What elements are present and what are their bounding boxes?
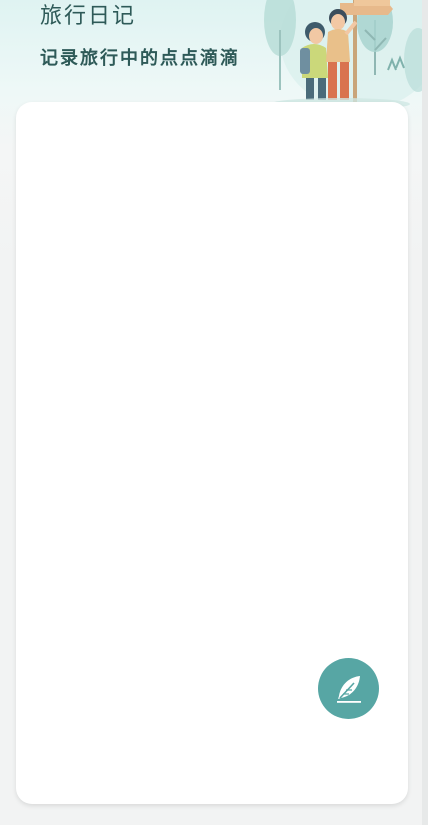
- travel-diary-screen: 旅行日记 记录旅行中的点点滴滴: [0, 0, 428, 825]
- feather-pen-icon: [336, 675, 361, 703]
- page-title: 旅行日记: [40, 4, 137, 29]
- screen-edge: [422, 0, 428, 825]
- write-diary-button[interactable]: [318, 658, 379, 719]
- page-subtitle: 记录旅行中的点点滴滴: [40, 48, 240, 69]
